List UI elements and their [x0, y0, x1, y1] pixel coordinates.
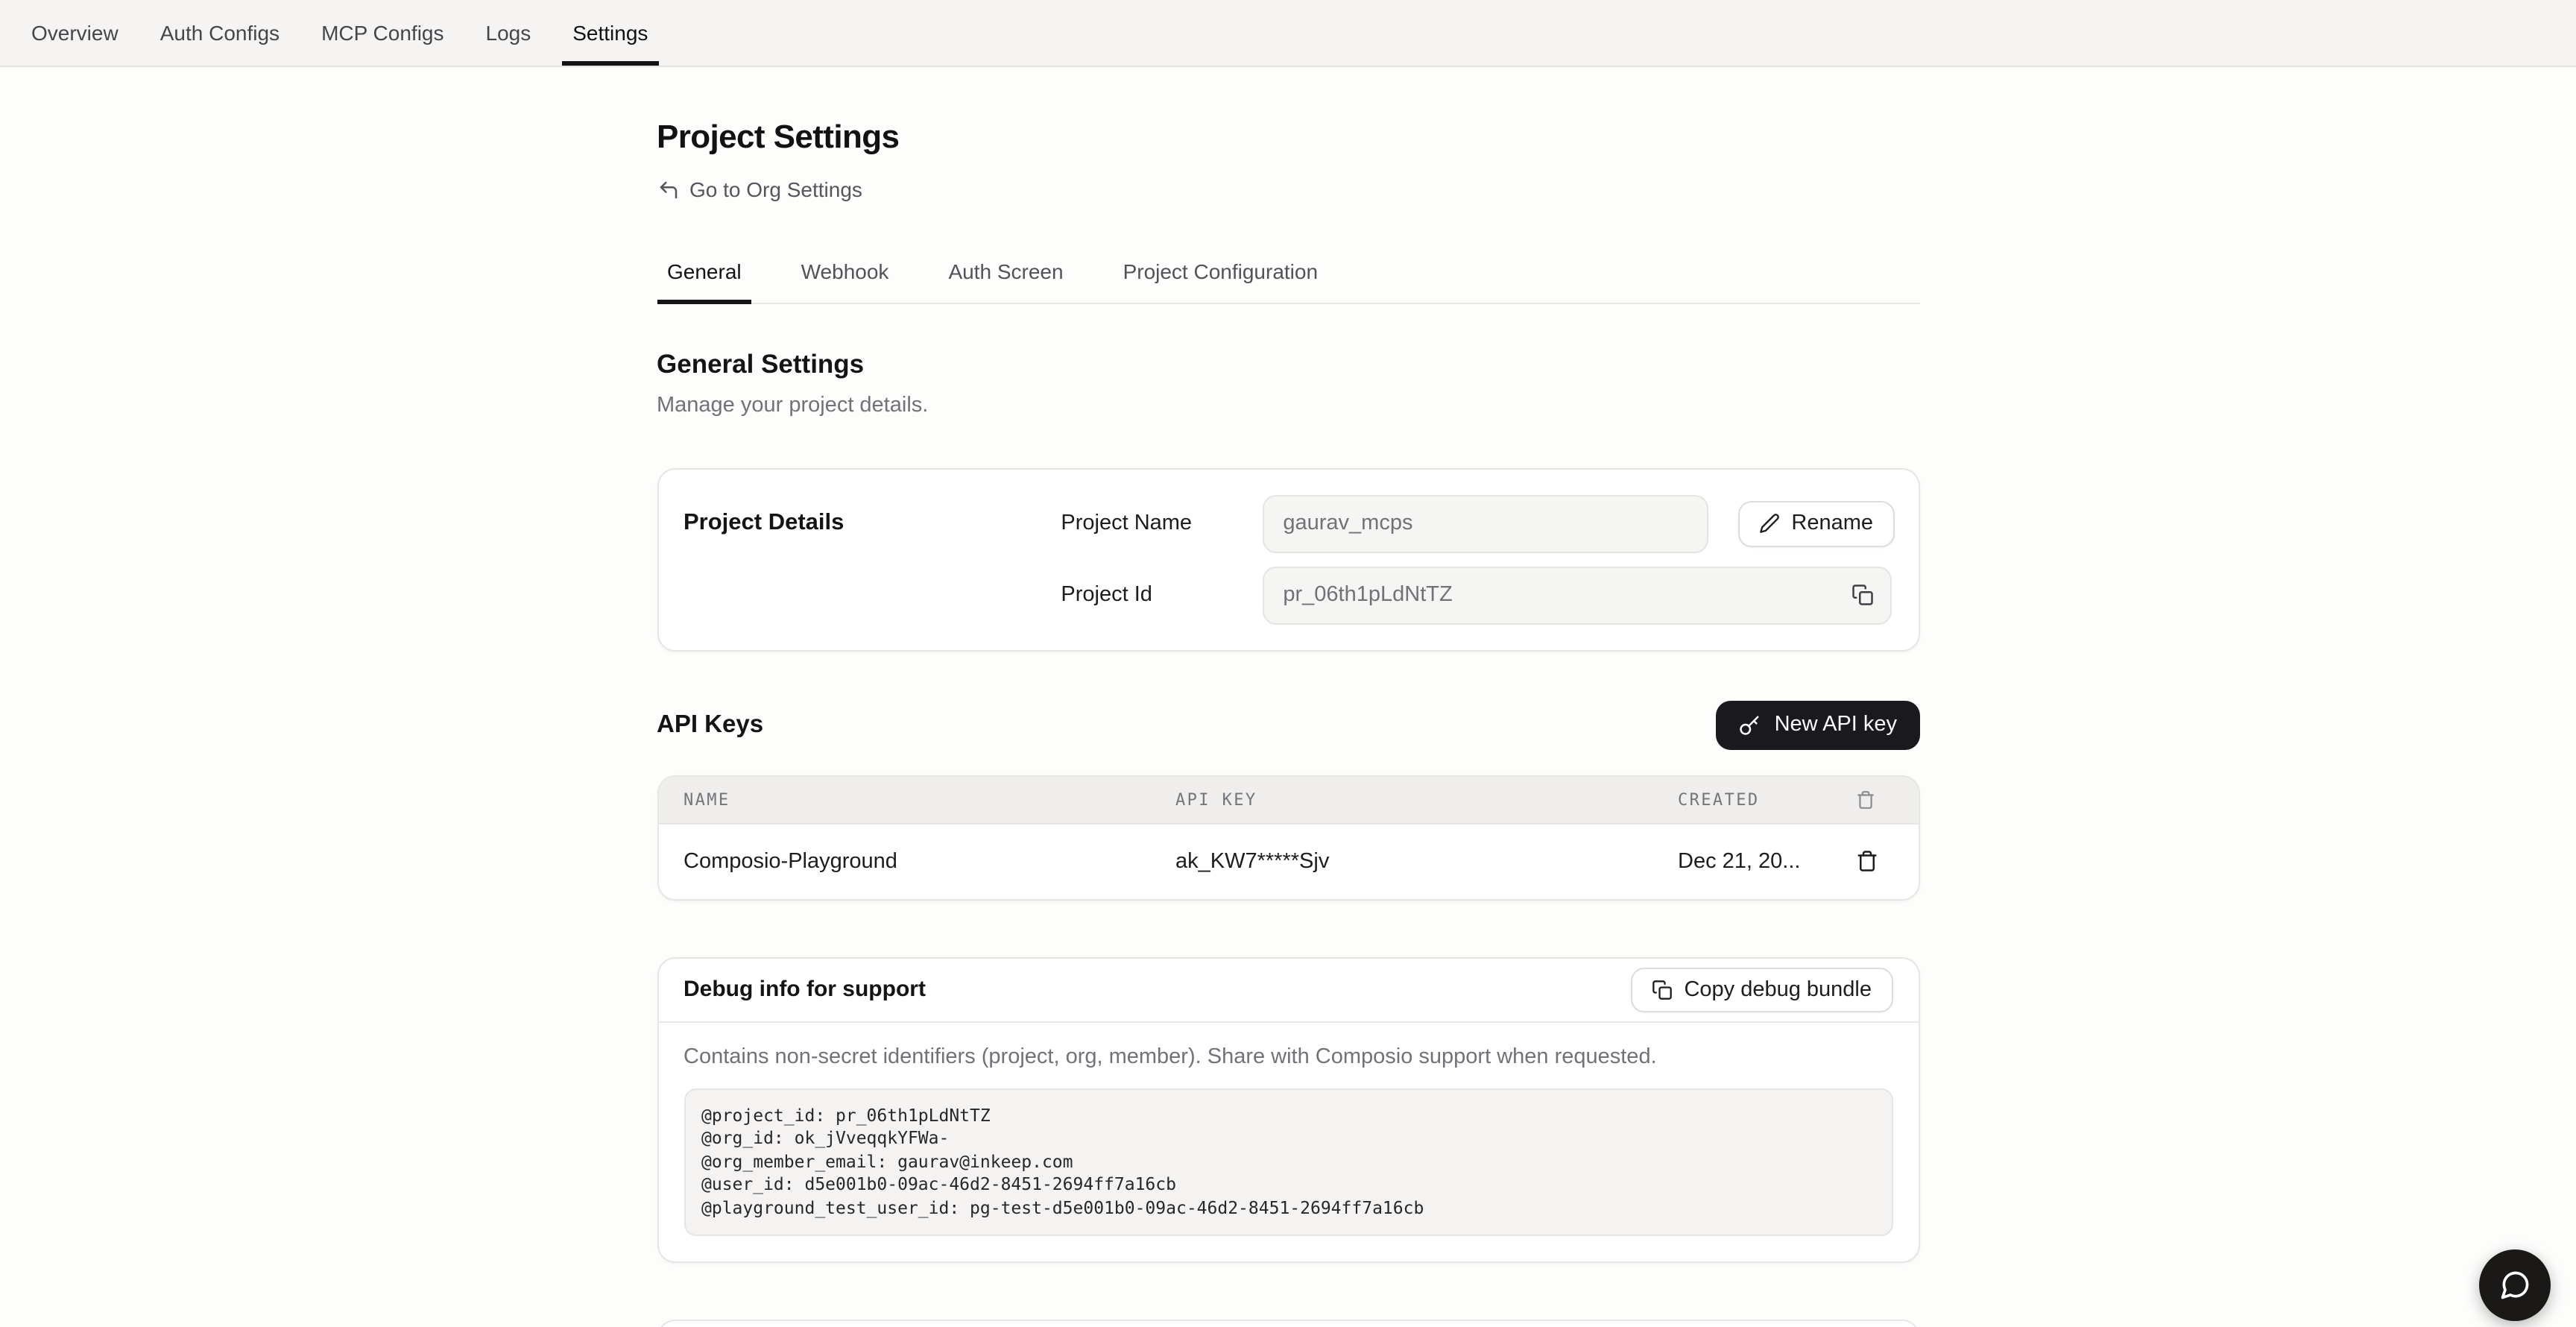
- tab-general[interactable]: General: [657, 244, 752, 303]
- settings-tabs: General Webhook Auth Screen Project Conf…: [657, 244, 1919, 303]
- project-settings-page: Overview Auth Configs MCP Configs Logs S…: [0, 0, 2576, 1327]
- project-name-label: Project Name: [1061, 511, 1262, 535]
- code-line-user-id: @user_id: d5e001b0-09ac-46d2-8451-2694ff…: [701, 1173, 1875, 1197]
- next-section-card-partial: [657, 1320, 1919, 1327]
- code-line-org-member-email: @org_member_email: gaurav@inkeep.com: [701, 1150, 1875, 1173]
- api-key-name: Composio-Playground: [658, 849, 1175, 873]
- api-key-created: Dec 21, 20...: [1678, 849, 1855, 873]
- project-details-card: Project Details Project Name Rename: [657, 467, 1919, 651]
- general-settings-description: Manage your project details.: [657, 393, 1919, 417]
- project-id-input[interactable]: [1262, 566, 1891, 624]
- project-id-row: Project Id: [1061, 566, 1894, 624]
- chat-bubble-icon: [2498, 1269, 2531, 1302]
- go-to-org-settings-link[interactable]: Go to Org Settings: [657, 177, 862, 201]
- rename-button[interactable]: Rename: [1737, 500, 1894, 546]
- tab-webhook[interactable]: Webhook: [791, 244, 900, 303]
- debug-info-description: Contains non-secret identifiers (project…: [684, 1044, 1892, 1068]
- api-key-value: ak_KW7*****Sjv: [1175, 849, 1678, 873]
- project-name-row: Project Name Rename: [1061, 494, 1894, 552]
- nav-item-logs[interactable]: Logs: [486, 0, 531, 66]
- code-line-org-id: @org_id: ok_jVveqqkYFWa-: [701, 1127, 1875, 1150]
- api-keys-table: NAME API KEY CREATED Composio-Playground…: [657, 775, 1919, 900]
- trash-icon: [1855, 789, 1918, 809]
- column-header-name: NAME: [658, 789, 1175, 809]
- corner-up-left-icon: [657, 178, 679, 201]
- debug-info-body: Contains non-secret identifiers (project…: [658, 1022, 1918, 1261]
- tab-project-configuration[interactable]: Project Configuration: [1113, 244, 1329, 303]
- api-keys-table-header: NAME API KEY CREATED: [658, 776, 1918, 824]
- rename-button-label: Rename: [1791, 511, 1873, 535]
- project-name-input[interactable]: [1262, 494, 1708, 552]
- copy-debug-bundle-label: Copy debug bundle: [1684, 977, 1872, 1001]
- main-content: Project Settings Go to Org Settings Gene…: [657, 67, 1919, 1327]
- back-link-label: Go to Org Settings: [689, 177, 862, 201]
- copy-debug-bundle-button[interactable]: Copy debug bundle: [1630, 967, 1892, 1012]
- new-api-key-button[interactable]: New API key: [1717, 700, 1919, 749]
- debug-info-header: Debug info for support Copy debug bundle: [658, 958, 1918, 1022]
- code-line-project-id: @project_id: pr_06th1pLdNtTZ: [701, 1104, 1875, 1127]
- pencil-icon: [1758, 513, 1779, 534]
- nav-item-auth-configs[interactable]: Auth Configs: [160, 0, 280, 66]
- copy-icon: [1651, 979, 1672, 1000]
- project-details-fields: Project Name Rename Project Id: [1061, 494, 1894, 624]
- chat-fab-button[interactable]: [2479, 1249, 2551, 1321]
- project-id-label: Project Id: [1061, 583, 1262, 607]
- debug-info-title: Debug info for support: [684, 977, 926, 1002]
- tab-auth-screen[interactable]: Auth Screen: [938, 244, 1073, 303]
- top-nav: Overview Auth Configs MCP Configs Logs S…: [0, 0, 2576, 67]
- api-keys-header: API Keys New API key: [657, 700, 1919, 749]
- column-header-created: CREATED: [1678, 789, 1855, 809]
- api-keys-heading: API Keys: [657, 710, 763, 739]
- trash-icon: [1855, 850, 1878, 872]
- general-settings-heading: General Settings: [657, 348, 1919, 379]
- copy-project-id-button[interactable]: [1851, 584, 1873, 606]
- column-header-api-key: API KEY: [1175, 789, 1678, 809]
- delete-api-key-button[interactable]: [1855, 850, 1918, 872]
- key-icon: [1739, 713, 1761, 736]
- page-title: Project Settings: [657, 118, 1919, 157]
- code-line-playground-test-user-id: @playground_test_user_id: pg-test-d5e001…: [701, 1197, 1875, 1220]
- nav-item-mcp-configs[interactable]: MCP Configs: [321, 0, 443, 66]
- new-api-key-label: New API key: [1775, 713, 1897, 737]
- nav-item-overview[interactable]: Overview: [31, 0, 119, 66]
- project-details-title: Project Details: [682, 494, 1061, 624]
- project-id-input-wrap: [1262, 566, 1891, 624]
- debug-code-block: @project_id: pr_06th1pLdNtTZ @org_id: ok…: [684, 1088, 1892, 1236]
- api-key-table-row: Composio-Playground ak_KW7*****Sjv Dec 2…: [658, 824, 1918, 898]
- nav-item-settings[interactable]: Settings: [572, 0, 648, 66]
- copy-icon: [1851, 584, 1873, 606]
- debug-info-card: Debug info for support Copy debug bundle…: [657, 956, 1919, 1263]
